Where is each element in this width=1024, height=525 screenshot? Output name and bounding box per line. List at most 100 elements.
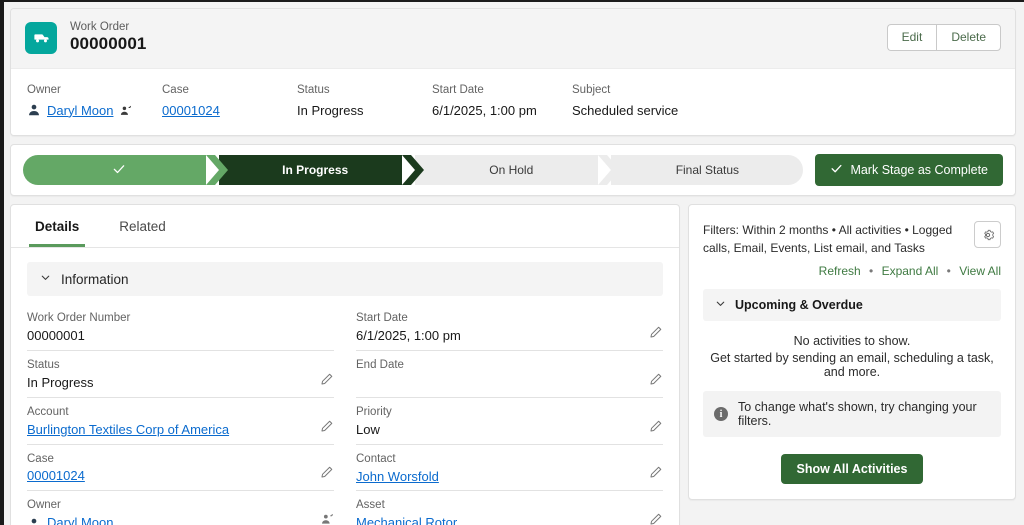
check-icon	[112, 162, 126, 179]
highlight-value-subject: Scheduled service	[572, 102, 679, 118]
change-owner-icon[interactable]	[119, 104, 132, 117]
highlight-value-case: 00001024	[162, 102, 297, 120]
field-label: Contact	[356, 452, 396, 465]
path-stage-complete[interactable]	[23, 155, 229, 186]
field-case: Case 00001024	[27, 445, 334, 492]
truck-icon	[25, 21, 57, 54]
field-label: End Date	[356, 358, 404, 371]
edit-pencil-icon[interactable]	[649, 465, 663, 484]
highlight-label-status: Status	[297, 84, 330, 96]
field-label: Start Date	[356, 312, 408, 325]
record-title-block: Work Order 00000001	[70, 21, 146, 55]
highlight-label-owner: Owner	[27, 84, 61, 96]
stage-notch	[206, 155, 220, 186]
path-stage-in-progress[interactable]: In Progress	[206, 155, 425, 186]
field-label: Status	[27, 358, 60, 371]
edit-pencil-icon[interactable]	[320, 372, 334, 391]
highlight-label-subject: Subject	[572, 84, 611, 96]
field-value: 00000001	[27, 328, 85, 343]
field-value: Low	[356, 421, 380, 437]
tab-related[interactable]: Related	[113, 205, 172, 247]
activity-panel: Filters: Within 2 months • All activitie…	[688, 204, 1016, 501]
edit-button[interactable]: Edit	[886, 24, 937, 51]
asset-link[interactable]: Mechanical Rotor	[356, 515, 457, 525]
field-status: Status In Progress	[27, 351, 334, 398]
highlight-value-start-date: 6/1/2025, 1:00 pm	[432, 102, 537, 118]
section-header-upcoming-overdue[interactable]: Upcoming & Overdue	[703, 289, 1001, 322]
link-separator: •	[869, 264, 874, 279]
upcoming-overdue-title: Upcoming & Overdue	[735, 298, 863, 313]
delete-button[interactable]: Delete	[936, 24, 1001, 51]
tab-details[interactable]: Details	[29, 205, 86, 248]
activity-notice-text: To change what's shown, try changing you…	[738, 400, 977, 429]
field-label: Work Order Number	[27, 312, 131, 325]
highlight-value-status: In Progress	[297, 102, 364, 118]
record-body: Details Related Information Work Order N…	[10, 204, 1016, 525]
highlight-label-start-date: Start Date	[432, 84, 484, 96]
highlight-field-status: Status In Progress	[297, 83, 432, 119]
path-card: In Progress On Hold Final Status Mark St…	[10, 144, 1016, 197]
edit-pencil-icon[interactable]	[649, 512, 663, 525]
chevron-down-icon	[714, 297, 727, 313]
owner-link[interactable]: Daryl Moon	[47, 102, 113, 120]
account-link[interactable]: Burlington Textiles Corp of America	[27, 422, 229, 439]
stage-notch	[598, 155, 612, 186]
details-right-column: Start Date 6/1/2025, 1:00 pm End Date Pr…	[356, 304, 663, 525]
owner-link[interactable]: Daryl Moon	[47, 515, 113, 525]
path-stages: In Progress On Hold Final Status	[23, 155, 804, 186]
record-header-top: Work Order 00000001 Edit Delete	[11, 9, 1015, 69]
details-card: Details Related Information Work Order N…	[10, 204, 680, 525]
path-stage-label-3: Final Status	[675, 163, 740, 178]
field-account: Account Burlington Textiles Corp of Amer…	[27, 398, 334, 445]
activity-filters-row: Filters: Within 2 months • All activitie…	[703, 221, 1001, 257]
page-title: 00000001	[70, 34, 147, 54]
show-all-activities-button[interactable]: Show All Activities	[780, 454, 924, 485]
highlight-field-subject: Subject Scheduled service	[572, 83, 772, 119]
edit-pencil-icon[interactable]	[320, 465, 334, 484]
section-title: Information	[61, 271, 129, 287]
field-label: Owner	[27, 499, 61, 512]
case-link[interactable]: 00001024	[27, 468, 85, 485]
contact-link[interactable]: John Worsfold	[356, 469, 439, 486]
object-type-label: Work Order	[70, 20, 130, 33]
mark-stage-complete-button[interactable]: Mark Stage as Complete	[815, 154, 1003, 187]
field-owner: Owner Daryl Moon	[27, 491, 334, 525]
details-left-column: Work Order Number 00000001 Status In Pro…	[27, 304, 334, 525]
refresh-link[interactable]: Refresh	[819, 264, 861, 278]
field-label: Account	[27, 405, 69, 418]
field-end-date: End Date	[356, 351, 663, 398]
edit-pencil-icon[interactable]	[649, 419, 663, 438]
field-value	[356, 375, 649, 392]
highlights-panel: Owner Daryl Moon Case 00001024 Status In…	[11, 69, 1015, 136]
highlight-value-owner: Daryl Moon	[27, 102, 162, 120]
activity-empty-secondary: Get started by sending an email, schedul…	[710, 351, 994, 380]
path-stage-label-1: In Progress	[282, 163, 349, 178]
section-header-information[interactable]: Information	[27, 262, 663, 297]
field-start-date: Start Date 6/1/2025, 1:00 pm	[356, 304, 663, 351]
activity-quick-links: Refresh • Expand All • View All	[703, 264, 1001, 278]
edit-pencil-icon[interactable]	[320, 419, 334, 438]
edit-pencil-icon[interactable]	[649, 325, 663, 344]
field-label: Asset	[356, 499, 385, 512]
view-all-link[interactable]: View All	[959, 264, 1001, 278]
expand-all-link[interactable]: Expand All	[882, 264, 939, 278]
path-stage-on-hold[interactable]: On Hold	[402, 155, 621, 186]
field-label: Case	[27, 452, 54, 465]
field-asset: Asset Mechanical Rotor	[356, 491, 663, 525]
path-stage-final-status[interactable]: Final Status	[598, 155, 804, 186]
edit-pencil-icon[interactable]	[649, 372, 663, 391]
gear-icon[interactable]	[974, 221, 1001, 249]
field-contact: Contact John Worsfold	[356, 445, 663, 492]
activity-filters-text: Filters: Within 2 months • All activitie…	[703, 223, 953, 256]
show-all-activities-wrap: Show All Activities	[703, 454, 1001, 485]
highlight-label-case: Case	[162, 84, 189, 96]
stage-notch	[402, 155, 416, 186]
mark-stage-complete-label: Mark Stage as Complete	[850, 163, 988, 178]
highlight-field-case: Case 00001024	[162, 83, 297, 119]
link-separator: •	[946, 264, 951, 279]
change-owner-icon[interactable]	[320, 512, 334, 525]
activity-filter-notice: i To change what's shown, try changing y…	[703, 391, 1001, 438]
case-link[interactable]: 00001024	[162, 102, 220, 120]
record-tabs: Details Related	[11, 205, 679, 249]
app-viewport: Work Order 00000001 Edit Delete Owner Da…	[0, 0, 1024, 525]
